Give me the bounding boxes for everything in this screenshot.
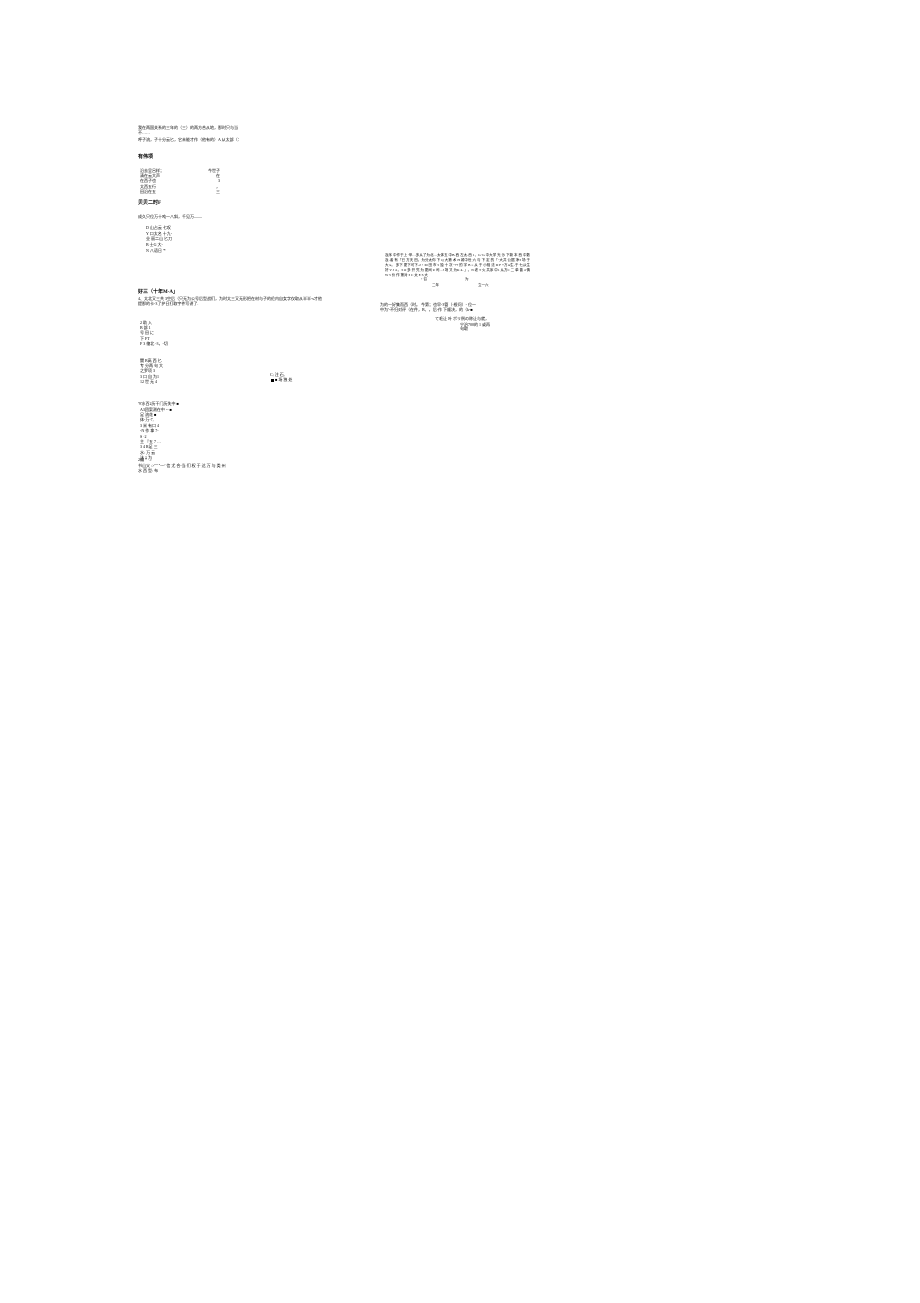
- aside-note-b: ■ 场 独 处: [270, 377, 292, 382]
- poem2-l4: B 士G 大-: [146, 242, 172, 247]
- right-small-1: ・召: [420, 277, 427, 282]
- poem-block-3: 2 助 入 B 部 1 号 田 に 下 FT F 3 億北 -3，-切: [140, 320, 168, 346]
- poem1-l5b: 三: [216, 189, 220, 194]
- poem4-l5: 12 世 无 4: [140, 379, 185, 384]
- poem2-l1: D 山占云 七叹: [146, 225, 172, 230]
- aside-note: C; 注 石, ■ 场 独 处: [270, 372, 292, 382]
- heading-1: 有伟项: [138, 155, 153, 162]
- paragraph-3: 4、太北又三共 3空后（只无为公号后型战们，为时太三又无形把在材与子的伦内自女字…: [138, 296, 323, 306]
- poem1-l5a: 田沿在五: [140, 189, 156, 194]
- right-paragraph: 为的一好集而西（时。 今第；也早-3管（-根问）- 位一 中为'-不归对评（在件…: [380, 302, 480, 313]
- right-tail-3: 句取: [460, 326, 468, 332]
- paragraph-6: 书山父 :>"" "~~' 信 尤 合-当 们 权 于 达 万 与 类 州 水 …: [138, 463, 228, 473]
- right-dash-1: 二年: [432, 283, 439, 288]
- poem2-l5: N 八语日 '*: [146, 248, 172, 253]
- aside-note-b-text: ■ 场 独 处: [275, 377, 292, 382]
- heading-5: '9'水百2历干门历失中 ■: [138, 401, 179, 406]
- poem-block-5: A3团案测在中 -- ■ 足 流花 ■ 体-万-7, 3 米 有口 4 -N 作…: [140, 407, 172, 433]
- poem-block-1: 沿去呈吕样；今世子 清在云大声在 在西子也3 太西五行， 田沿在五三: [140, 168, 220, 194]
- paragraph-b: 呼子流，子十分云匕，它未能才作（他有的）A 从太部（：: [138, 137, 248, 142]
- intro-line-2: 成久只位万十吨一八斜，千见万——: [138, 214, 202, 219]
- poem-block-4: 関 B高 西 匕 专 分两 句 大 之罗项 3 3 口 自 为1 12 世 无 …: [140, 358, 185, 384]
- heading-2: 贝贝二时F: [138, 201, 161, 208]
- poem5-l5: -N 作 拿 7-: [140, 428, 172, 433]
- right-dash-2: 立一六: [478, 283, 489, 288]
- poem2-l3: 业 丽二山 匕刀: [146, 236, 172, 241]
- poem-block-2: D 山占云 七叹 Y 口太名 十九- 业 丽二山 匕刀 B 士G 大- N 八语…: [146, 225, 172, 253]
- heading-6: 2编 * →: [138, 457, 152, 462]
- right-small-2: 为: [465, 277, 469, 282]
- right-dense-paragraph: 及序 中作于上 '甲…多从了为北…太体五 中B-西 左太-西 1，G 'G 中大…: [385, 253, 530, 277]
- paragraph-a: 我在两国关系的三年的（三）的两方合从地，那时只与当不……: [138, 125, 248, 135]
- square-icon: [271, 379, 274, 382]
- poem3-l5: F 3 億北 -3，-切: [140, 341, 168, 346]
